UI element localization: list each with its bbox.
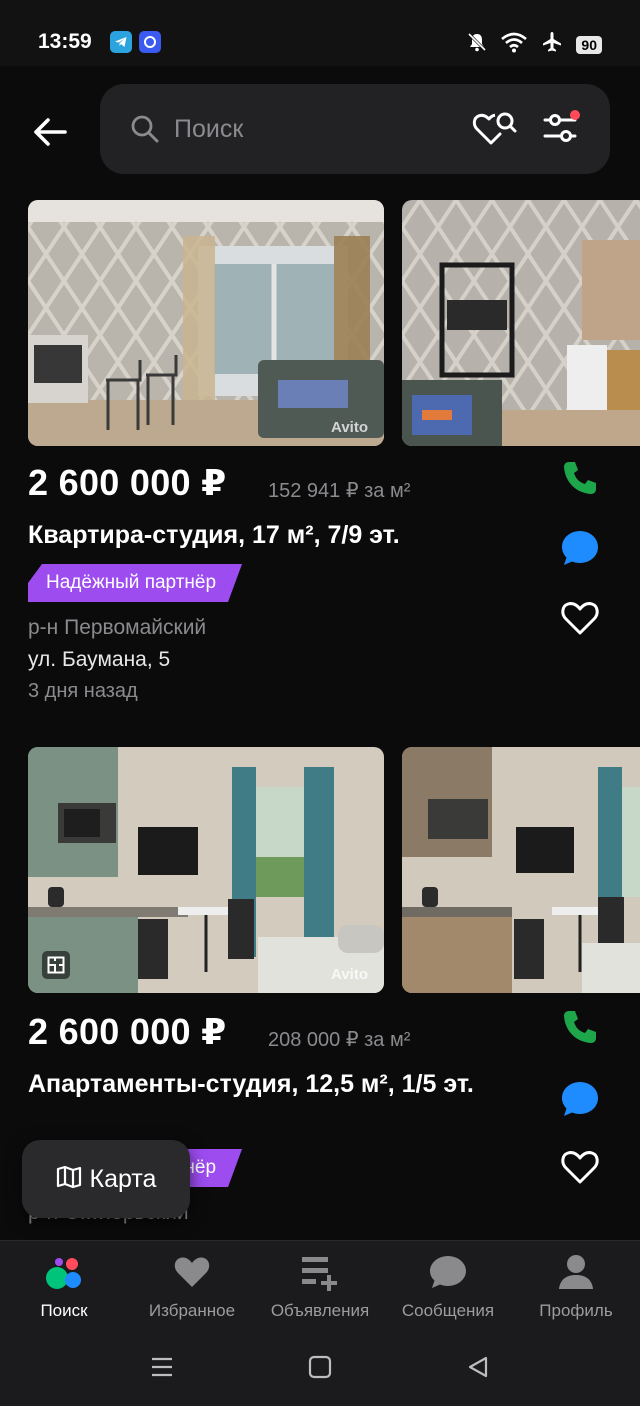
menu-icon <box>152 1357 172 1377</box>
chat-icon <box>384 1251 512 1293</box>
nav-tab-messages[interactable]: Сообщения <box>384 1251 512 1321</box>
listing-card[interactable]: Avito <box>0 200 640 740</box>
airplane-icon <box>540 30 564 59</box>
listing-district: р-н Первомайский <box>28 616 207 639</box>
nav-tab-listings[interactable]: Объявления <box>256 1251 384 1321</box>
status-icons: 90 <box>466 30 602 59</box>
wifi-icon <box>500 31 528 58</box>
search-results-screen: Поиск Avito 2 600 000 ₽ 152 941 ₽ за м² … <box>0 66 640 1328</box>
bottom-navigation: Поиск Избранное Объявления Сообщения Про… <box>0 1240 640 1328</box>
nav-label: Сообщения <box>401 1301 495 1320</box>
avito-watermark: Avito <box>331 419 368 436</box>
listing-photo[interactable]: Avito <box>28 747 384 993</box>
telegram-icon <box>110 31 132 53</box>
phone-icon <box>564 462 596 494</box>
nav-label: Избранное <box>148 1301 236 1320</box>
arrow-left-icon <box>34 118 67 146</box>
nav-label: Объявления <box>270 1301 370 1320</box>
listing-photo[interactable]: Avito <box>28 200 384 446</box>
message-button[interactable] <box>558 526 602 570</box>
heart-outline-icon <box>561 1151 599 1184</box>
home-button[interactable] <box>300 1352 340 1382</box>
reliable-partner-badge: Надёжный партнёр <box>28 564 242 602</box>
nav-tab-profile[interactable]: Профиль <box>512 1251 640 1321</box>
system-back-button[interactable] <box>458 1352 498 1382</box>
avito-watermark: Avito <box>331 966 368 983</box>
mute-icon <box>466 31 488 58</box>
search-logo-icon <box>0 1251 128 1293</box>
listing-street: ул. Баумана, 5 <box>28 648 171 671</box>
nav-tab-favorites[interactable]: Избранное <box>128 1251 256 1321</box>
back-button[interactable] <box>26 108 74 156</box>
status-time: 13:59 <box>38 30 92 53</box>
call-button[interactable] <box>558 456 602 500</box>
listing-title[interactable]: Апартаменты-студия, 12,5 м², 1/5 эт. <box>28 1067 508 1101</box>
listing-date: 3 дня назад <box>28 680 138 702</box>
heart-outline-icon <box>561 602 599 635</box>
heart-icon <box>128 1251 256 1293</box>
search-bar[interactable]: Поиск <box>100 84 610 174</box>
system-navigation-bar <box>0 1328 640 1406</box>
price-per-m2: 152 941 ₽ за м² <box>268 480 411 502</box>
person-icon <box>512 1251 640 1293</box>
map-button-label: Карта <box>89 1164 157 1193</box>
battery-indicator: 90 <box>576 35 602 54</box>
square-icon <box>308 1355 332 1379</box>
message-button[interactable] <box>558 1077 602 1121</box>
filters-icon[interactable] <box>542 110 582 151</box>
listing-price: 2 600 000 ₽ <box>28 1011 227 1052</box>
floor-plan-icon <box>42 951 70 979</box>
nav-label: Профиль <box>539 1301 613 1320</box>
search-icon <box>130 114 160 149</box>
saved-search-icon[interactable] <box>472 108 518 153</box>
recent-apps-button[interactable] <box>142 1352 182 1382</box>
chat-bubble-icon <box>562 531 598 565</box>
phone-icon <box>564 1011 596 1043</box>
listing-photo[interactable] <box>402 200 640 446</box>
messenger-app-icon <box>139 31 161 53</box>
nav-label: Поиск <box>40 1301 88 1320</box>
chat-bubble-icon <box>562 1082 598 1116</box>
price-per-m2: 208 000 ₽ за м² <box>268 1029 411 1051</box>
nav-tab-search[interactable]: Поиск <box>0 1251 128 1321</box>
photo-gallery[interactable]: Avito <box>28 200 640 446</box>
photo-gallery[interactable]: Avito <box>28 747 640 993</box>
call-button[interactable] <box>558 1005 602 1049</box>
map-button[interactable]: Карта <box>22 1140 190 1218</box>
triangle-back-icon <box>468 1356 488 1378</box>
status-bar: 13:59 90 <box>0 0 640 66</box>
add-list-icon <box>256 1251 384 1293</box>
listing-title[interactable]: Квартира-студия, 17 м², 7/9 эт. <box>28 518 508 552</box>
listing-photo[interactable] <box>402 747 640 993</box>
favorite-button[interactable] <box>558 1145 602 1189</box>
search-input[interactable]: Поиск <box>174 115 243 144</box>
listing-price: 2 600 000 ₽ <box>28 462 227 503</box>
map-icon <box>56 1165 82 1194</box>
favorite-button[interactable] <box>558 596 602 640</box>
